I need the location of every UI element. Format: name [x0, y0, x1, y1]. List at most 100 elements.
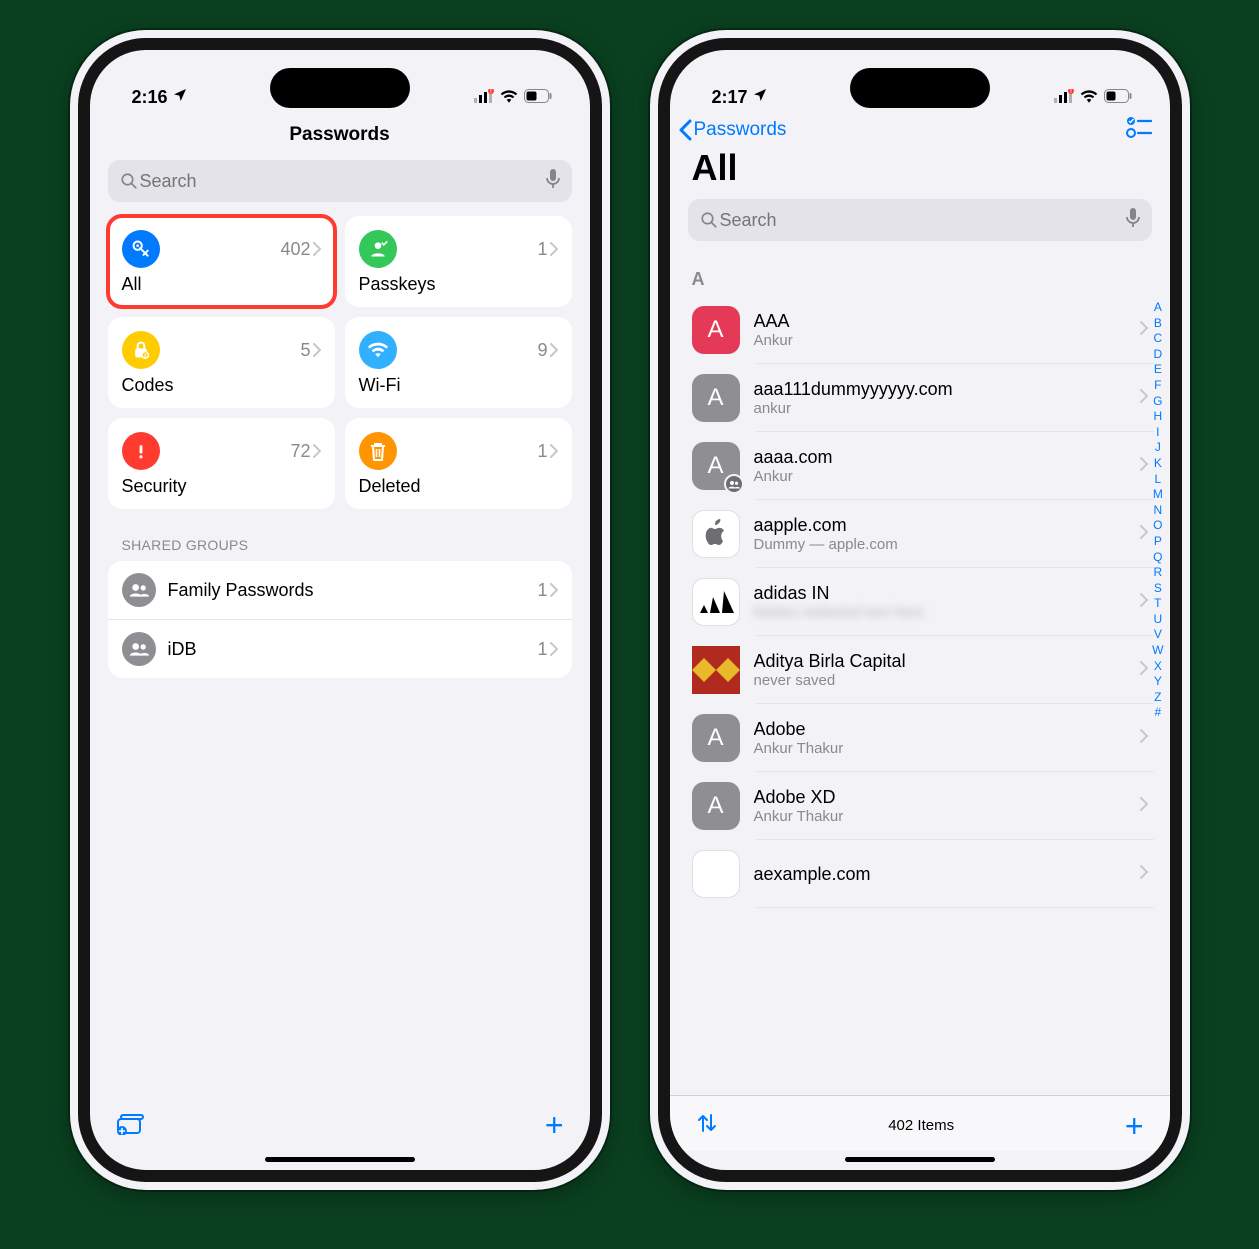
password-row[interactable]: A Adobe XD Ankur Thakur: [692, 772, 1170, 840]
index-A[interactable]: A: [1154, 300, 1162, 316]
password-row[interactable]: aapple.com Dummy — apple.com: [692, 500, 1170, 568]
password-row[interactable]: A aaa111dummyyyyyy.com ankur: [692, 364, 1170, 432]
index-C[interactable]: C: [1154, 331, 1163, 347]
chevron-right-icon: [313, 343, 321, 357]
password-row[interactable]: adidas IN hidden redacted text here: [692, 568, 1170, 636]
index-B[interactable]: B: [1154, 316, 1162, 332]
sort-icon[interactable]: [696, 1112, 718, 1139]
group-label: iDB: [168, 639, 526, 660]
search-input[interactable]: [138, 170, 546, 193]
index-T[interactable]: T: [1154, 596, 1161, 612]
mic-icon[interactable]: [546, 169, 560, 194]
site-icon: A: [692, 306, 740, 354]
dynamic-island: [270, 68, 410, 108]
password-subtitle: ankur: [754, 400, 1126, 417]
group-count: 1: [537, 580, 557, 601]
tile-count: 402: [280, 239, 320, 260]
password-row[interactable]: A Adobe Ankur Thakur: [692, 704, 1170, 772]
wifi-icon: [1080, 87, 1098, 108]
password-row[interactable]: aexample.com: [692, 840, 1170, 908]
index-Y[interactable]: Y: [1154, 674, 1162, 690]
tile-count: 1: [537, 441, 557, 462]
tile-codes[interactable]: 123 5 Codes: [108, 317, 335, 408]
add-button[interactable]: +: [1125, 1110, 1144, 1142]
index-Q[interactable]: Q: [1153, 550, 1162, 566]
tile-security[interactable]: 72 Security: [108, 418, 335, 509]
person-icon: [359, 230, 397, 268]
select-icon[interactable]: [1126, 116, 1152, 143]
tile-wi-fi[interactable]: 9 Wi-Fi: [345, 317, 572, 408]
password-title: Adobe XD: [754, 787, 1126, 808]
wifi-icon: [500, 87, 518, 108]
index-J[interactable]: J: [1155, 440, 1161, 456]
password-title: Adobe: [754, 719, 1126, 740]
phone-right: 2:17 !: [650, 30, 1190, 1190]
tile-passkeys[interactable]: 1 Passkeys: [345, 216, 572, 307]
tile-label: Codes: [122, 375, 321, 396]
password-title: aaaa.com: [754, 447, 1126, 468]
shared-badge-icon: [724, 474, 744, 494]
index-G[interactable]: G: [1153, 394, 1162, 410]
page-title: Passwords: [90, 110, 590, 156]
phone-left: 2:16 ! Passwords: [70, 30, 610, 1190]
password-title: aapple.com: [754, 515, 1126, 536]
chevron-right-icon: [1140, 797, 1154, 816]
cards-icon[interactable]: [116, 1111, 146, 1140]
shared-groups-header: SHARED GROUPS: [90, 509, 590, 561]
index-E[interactable]: E: [1154, 362, 1162, 378]
alphabet-index[interactable]: ABCDEFGHIJKLMNOPQRSTUVWXYZ#: [1152, 300, 1163, 721]
password-row[interactable]: A aaaa.com Ankur: [692, 432, 1170, 500]
index-H[interactable]: H: [1154, 409, 1163, 425]
tile-label: All: [122, 274, 321, 295]
index-D[interactable]: D: [1154, 347, 1163, 363]
back-label: Passwords: [694, 119, 787, 141]
password-row[interactable]: A AAA Ankur: [692, 296, 1170, 364]
index-P[interactable]: P: [1154, 534, 1162, 550]
index-#[interactable]: #: [1154, 705, 1161, 721]
tile-label: Wi-Fi: [359, 375, 558, 396]
index-W[interactable]: W: [1152, 643, 1163, 659]
index-K[interactable]: K: [1154, 456, 1162, 472]
status-time: 2:16: [132, 87, 168, 108]
mic-icon[interactable]: [1126, 208, 1140, 233]
dynamic-island: [850, 68, 990, 108]
tile-count: 9: [537, 340, 557, 361]
password-subtitle: Dummy — apple.com: [754, 536, 1126, 553]
password-title: AAA: [754, 311, 1126, 332]
group-count: 1: [537, 639, 557, 660]
tile-deleted[interactable]: 1 Deleted: [345, 418, 572, 509]
search-field[interactable]: [108, 160, 572, 202]
home-indicator: [265, 1157, 415, 1162]
password-subtitle: Ankur: [754, 468, 1126, 485]
search-field[interactable]: [688, 199, 1152, 241]
index-V[interactable]: V: [1154, 627, 1162, 643]
search-input[interactable]: [718, 209, 1126, 232]
section-header: A: [670, 255, 1170, 296]
index-Z[interactable]: Z: [1154, 690, 1161, 706]
group-row[interactable]: Family Passwords 1: [108, 561, 572, 620]
password-title: aexample.com: [754, 864, 1126, 885]
index-M[interactable]: M: [1153, 487, 1163, 503]
password-list: A AAA Ankur A aaa111dummyyyyyy.com ankur…: [670, 296, 1170, 908]
password-row[interactable]: Aditya Birla Capital never saved: [692, 636, 1170, 704]
index-S[interactable]: S: [1154, 581, 1162, 597]
index-N[interactable]: N: [1154, 503, 1163, 519]
index-F[interactable]: F: [1154, 378, 1161, 394]
back-button[interactable]: Passwords: [678, 119, 787, 141]
index-L[interactable]: L: [1154, 472, 1161, 488]
site-icon: [692, 578, 740, 626]
index-U[interactable]: U: [1154, 612, 1163, 628]
index-I[interactable]: I: [1156, 425, 1159, 441]
chevron-right-icon: [1140, 865, 1154, 884]
add-button[interactable]: +: [545, 1109, 564, 1141]
password-title: Aditya Birla Capital: [754, 651, 1126, 672]
password-subtitle: Ankur Thakur: [754, 740, 1126, 757]
site-icon: A: [692, 782, 740, 830]
group-row[interactable]: iDB 1: [108, 620, 572, 678]
index-X[interactable]: X: [1154, 659, 1162, 675]
password-subtitle: Ankur Thakur: [754, 808, 1126, 825]
tile-all[interactable]: 402 All: [108, 216, 335, 307]
items-count: 402 Items: [888, 1117, 954, 1134]
index-R[interactable]: R: [1154, 565, 1163, 581]
index-O[interactable]: O: [1153, 518, 1162, 534]
